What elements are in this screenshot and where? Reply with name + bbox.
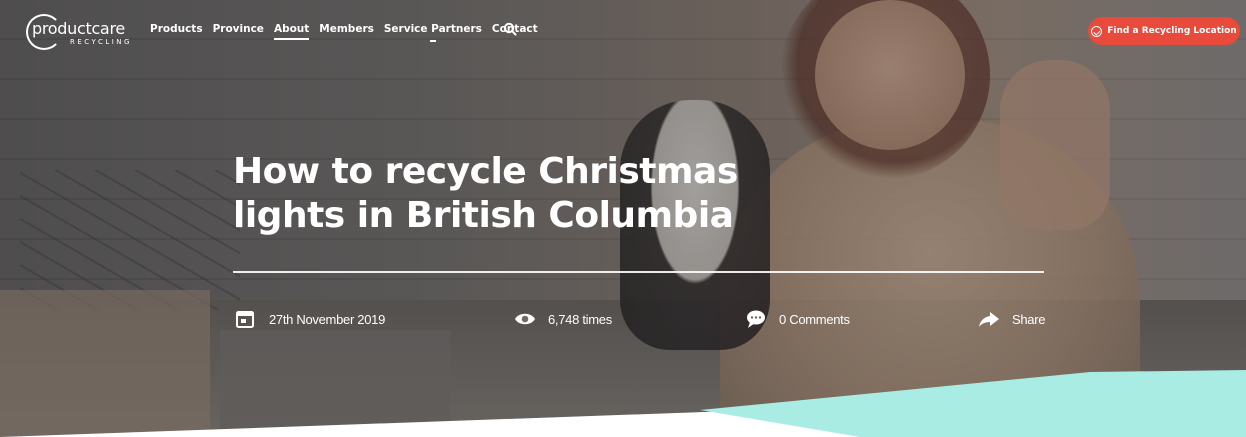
hero-banner: productcare RECYCLING Products Province … [0, 0, 1246, 437]
article-comments-text: 0 Comments [779, 311, 850, 327]
article-views-text: 6,748 times [548, 311, 612, 327]
find-recycling-location-button[interactable]: Find a Recycling Location [1088, 17, 1240, 45]
article-views: 6,748 times [514, 308, 612, 330]
location-check-icon [1091, 25, 1103, 37]
search-icon[interactable] [503, 22, 517, 36]
logo-subtitle: RECYCLING [70, 38, 132, 46]
productcare-logo[interactable]: productcare RECYCLING [26, 14, 138, 50]
eye-icon [515, 313, 535, 325]
nav-item-members[interactable]: Members [319, 23, 374, 35]
article-share[interactable]: Share [978, 308, 1046, 330]
nav-item-service-partners[interactable]: Service Partners [384, 23, 482, 42]
article-title-line-1: How to recycle Christmas [233, 151, 738, 192]
find-recycling-location-label: Find a Recycling Location [1107, 26, 1237, 36]
top-navigation: productcare RECYCLING Products Province … [0, 0, 1246, 62]
article-share-text: Share [1012, 311, 1046, 327]
article-date: 27th November 2019 [235, 308, 385, 330]
calendar-icon [236, 311, 254, 328]
comment-bubble-icon [747, 310, 765, 328]
nav-item-products[interactable]: Products [150, 23, 203, 35]
article-title: How to recycle Christmas lights in Briti… [233, 150, 793, 238]
share-arrow-icon [979, 312, 999, 327]
article-date-text: 27th November 2019 [269, 311, 386, 327]
main-menu: Products Province About Members Service … [150, 23, 538, 42]
nav-item-about[interactable]: About [273, 23, 310, 40]
article-title-line-2: lights in British Columbia [233, 195, 734, 236]
article-comments[interactable]: 0 Comments [745, 308, 850, 330]
logo-wordmark: productcare [32, 19, 125, 38]
nav-item-province[interactable]: Province [213, 23, 264, 35]
title-divider [233, 271, 1044, 273]
